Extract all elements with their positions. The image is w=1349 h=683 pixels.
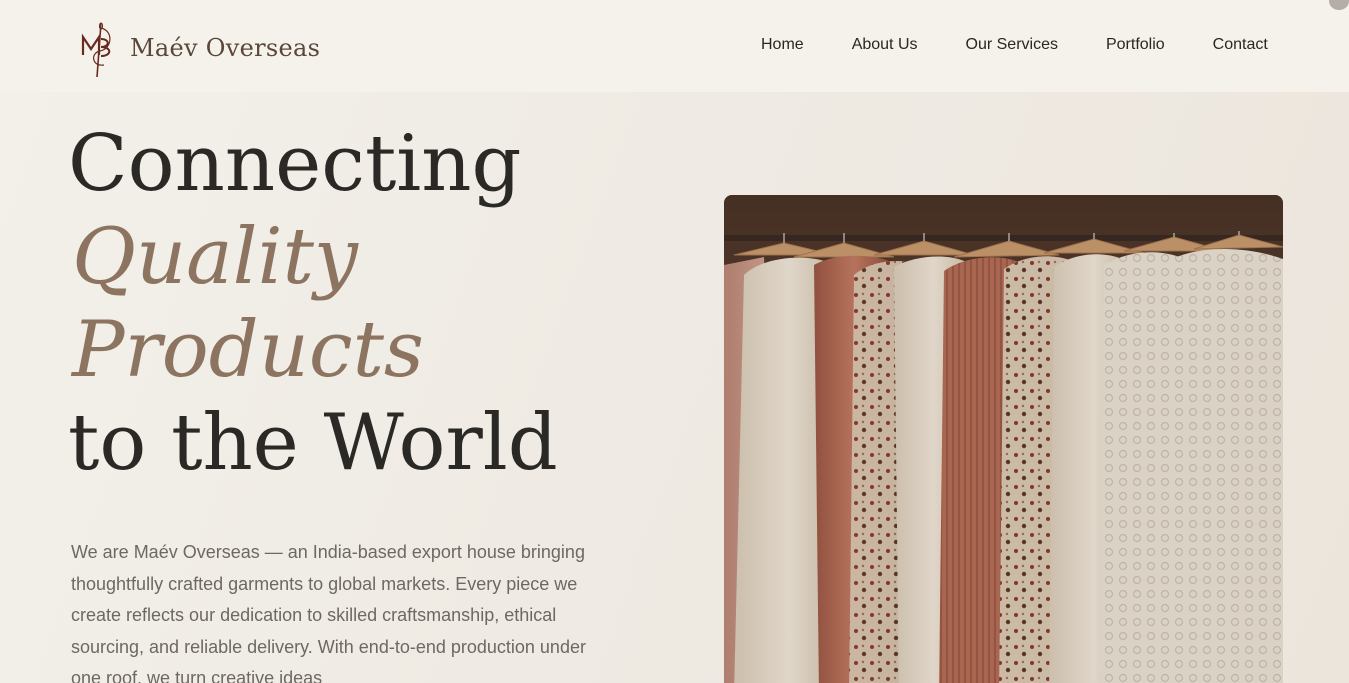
- hero-heading: Connecting Quality Products to the World: [68, 118, 558, 490]
- main-navigation: Home About Us Our Services Portfolio Con…: [761, 35, 1268, 55]
- garment-rack-illustration: [724, 195, 1283, 683]
- hero-heading-line-4: to the World: [68, 398, 558, 488]
- hero-description: We are Maév Overseas — an India-based ex…: [71, 542, 586, 683]
- nav-link-home[interactable]: Home: [761, 35, 804, 55]
- hero-garment-rack-image: [724, 195, 1283, 683]
- nav-link-portfolio[interactable]: Portfolio: [1106, 35, 1165, 55]
- brand-logo-link[interactable]: Maév Overseas: [80, 20, 320, 80]
- hero-heading-accent-line-2: Products: [72, 305, 424, 395]
- nav-link-contact[interactable]: Contact: [1213, 35, 1268, 55]
- site-header: Maév Overseas Home About Us Our Services…: [0, 0, 1349, 92]
- hero-heading-line-1: Connecting: [68, 119, 522, 209]
- mb-monogram-logo-icon: [81, 22, 111, 78]
- nav-link-about-us[interactable]: About Us: [852, 35, 918, 55]
- nav-link-our-services[interactable]: Our Services: [966, 35, 1058, 55]
- scroll-indicator-icon[interactable]: [1329, 0, 1349, 10]
- brand-name: Maév Overseas: [130, 34, 321, 62]
- hero-heading-accent-line-1: Quality: [72, 212, 358, 302]
